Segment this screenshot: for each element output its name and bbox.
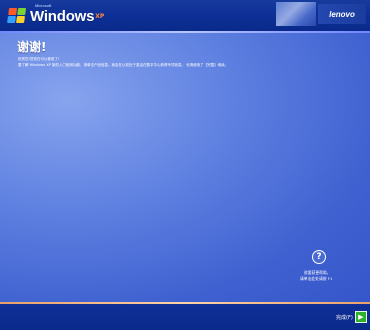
brand-superscript: Microsoft: [35, 3, 52, 8]
brand-edition: XP: [95, 12, 105, 20]
page-title: 谢谢!: [17, 40, 47, 54]
intro-text: 祝贺您!您现在可以使用了!: [18, 57, 60, 61]
oem-logo: lenovo: [318, 4, 366, 24]
finish-button[interactable]: 完成(F) ▶: [336, 311, 367, 323]
top-banner: Microsoft Windows XP lenovo: [0, 0, 370, 31]
bottom-bar: [0, 304, 370, 330]
arrow-right-icon[interactable]: ▶: [354, 311, 367, 323]
main-panel: 谢谢! 祝贺您!您现在可以使用了! 要了解 Windows XP 新的入门使用功…: [0, 33, 370, 304]
help-link[interactable]: ? 欲要获更帮助， 请单击此处请按 F1: [297, 250, 367, 290]
brand-name: Windows: [30, 7, 95, 25]
banner-image: [276, 2, 316, 26]
windows-logo: Microsoft Windows XP: [7, 3, 105, 26]
instruction-text: 要了解 Windows XP 新的入门使用功能，请单击产品信息。我会在以前处于激…: [18, 63, 229, 67]
help-text-line2: 请单击此处请按 F1: [300, 276, 333, 281]
oem-logo-text: lenovo: [329, 9, 355, 19]
windows-flag-icon: [7, 8, 27, 24]
finish-button-label: 完成(F): [336, 314, 353, 321]
windows-setup-screen: Microsoft Windows XP lenovo 谢谢! 祝贺您!您现在可…: [0, 0, 370, 330]
help-icon[interactable]: ?: [312, 250, 326, 264]
